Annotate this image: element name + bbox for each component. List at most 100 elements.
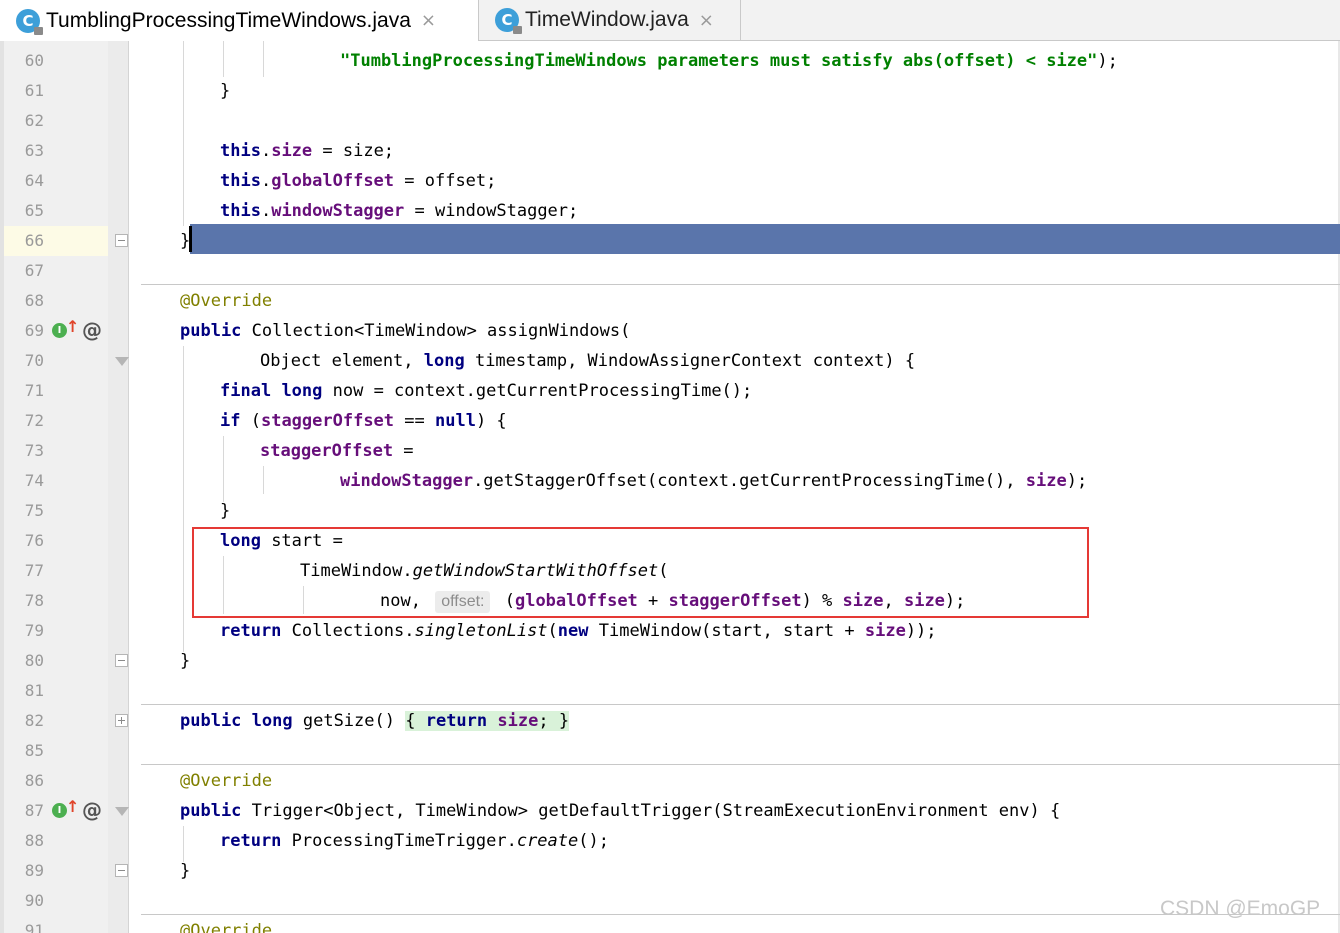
- keyword: return: [220, 831, 282, 851]
- code-line[interactable]: 70 Object element, long timestamp, Windo…: [0, 346, 1340, 376]
- tab-label: TumblingProcessingTimeWindows.java: [46, 8, 411, 32]
- line-text: this.globalOffset = offset;: [220, 171, 497, 191]
- keyword: if: [220, 411, 241, 431]
- line-number: 63: [24, 141, 44, 160]
- string-literal: "TumblingProcessingTimeWindows parameter…: [340, 51, 1098, 71]
- line-text: this.windowStagger = windowStagger;: [220, 201, 579, 221]
- fold-expand-icon[interactable]: [115, 357, 129, 366]
- line-number: 65: [24, 201, 44, 220]
- punct: );: [1097, 51, 1118, 71]
- go-to-super-arrow-icon[interactable]: ↑: [66, 319, 79, 335]
- line-number: 81: [24, 681, 44, 700]
- code-text: = windowStagger;: [404, 201, 579, 221]
- annotation-marker-icon[interactable]: @: [82, 318, 102, 342]
- code-line[interactable]: 90: [0, 886, 1340, 916]
- close-icon[interactable]: ×: [421, 10, 436, 31]
- code-line[interactable]: 69 I ↑ @ public Collection<TimeWindow> a…: [0, 316, 1340, 346]
- go-to-super-arrow-icon[interactable]: ↑: [66, 799, 79, 815]
- annotation-marker-icon[interactable]: @: [82, 798, 102, 822]
- line-text: @Override: [180, 286, 272, 316]
- code-line[interactable]: 65 this.windowStagger = windowStagger;: [0, 196, 1340, 226]
- line-number: 69: [24, 321, 44, 340]
- code-line[interactable]: 74 windowStagger.getStaggerOffset(contex…: [0, 466, 1340, 496]
- code-text: ;: [538, 711, 549, 731]
- editor-tab-bar: C TumblingProcessingTimeWindows.java × C…: [0, 0, 1340, 41]
- tab-label: TimeWindow.java: [525, 8, 689, 31]
- code-text: Collections.: [281, 621, 415, 641]
- code-line[interactable]: 81: [0, 676, 1340, 706]
- code-line[interactable]: 67: [0, 256, 1340, 286]
- code-line[interactable]: 79 return Collections.singletonList(new …: [0, 616, 1340, 646]
- line-number: 82: [24, 711, 44, 730]
- tab-time-window[interactable]: C TimeWindow.java ×: [479, 0, 741, 40]
- field: size: [1025, 471, 1067, 491]
- line-number: 76: [24, 531, 44, 550]
- fold-collapse-icon[interactable]: [115, 234, 128, 247]
- code-text: = offset;: [394, 171, 497, 191]
- code-line[interactable]: 75 }: [0, 496, 1340, 526]
- code-text: getSize(): [292, 711, 406, 731]
- text-caret: [189, 226, 192, 252]
- line-number: 85: [24, 741, 44, 760]
- line-text: }: [180, 861, 191, 881]
- field: globalOffset: [271, 171, 395, 191]
- code-line[interactable]: 88 return ProcessingTimeTrigger.create()…: [0, 826, 1340, 856]
- code-line[interactable]: 64 this.globalOffset = offset;: [0, 166, 1340, 196]
- keyword: long: [423, 351, 465, 371]
- fold-expand-icon[interactable]: [115, 807, 129, 816]
- field: staggerOffset: [260, 411, 395, 431]
- line-text: @Override: [180, 916, 272, 933]
- code-line[interactable]: 85: [0, 736, 1340, 766]
- line-text: final long now = context.getCurrentProce…: [220, 376, 752, 406]
- code-line[interactable]: 72 if (staggerOffset == null) {: [0, 406, 1340, 436]
- code-line[interactable]: 91 @Override: [0, 916, 1340, 933]
- line-number: 71: [24, 381, 44, 400]
- line-text: }: [220, 501, 231, 521]
- close-icon[interactable]: ×: [699, 10, 714, 31]
- code-line[interactable]: 73 staggerOffset =: [0, 436, 1340, 466]
- code-text: ) {: [475, 411, 507, 431]
- code-text: Object element,: [260, 351, 424, 371]
- field: size: [864, 621, 906, 641]
- code-line[interactable]: 62: [0, 106, 1340, 136]
- line-text: return ProcessingTimeTrigger.create();: [220, 826, 609, 856]
- fold-expand-icon[interactable]: [115, 714, 128, 727]
- code-line[interactable]: 87 I ↑ @ public Trigger<Object, TimeWind…: [0, 796, 1340, 826]
- code-line[interactable]: 63 this.size = size;: [0, 136, 1340, 166]
- line-text: }: [220, 81, 231, 101]
- line-number: 70: [24, 351, 44, 370]
- code-line[interactable]: 61 }: [0, 76, 1340, 106]
- lock-icon: [513, 26, 522, 34]
- code-line[interactable]: 68 @Override: [0, 286, 1340, 316]
- keyword: public: [180, 801, 242, 821]
- line-number: 77: [24, 561, 44, 580]
- keyword: final: [220, 381, 272, 401]
- line-text: windowStagger.getStaggerOffset(context.g…: [340, 466, 1087, 496]
- keyword: return: [220, 621, 282, 641]
- implements-method-icon[interactable]: I: [52, 323, 67, 338]
- folded-region[interactable]: { return size; }: [405, 711, 570, 731]
- code-text: timestamp, WindowAssignerContext context…: [464, 351, 916, 371]
- line-number: 72: [24, 411, 44, 430]
- keyword: public: [180, 711, 242, 731]
- code-line-current[interactable]: 66 }: [0, 226, 1340, 256]
- field: windowStagger: [271, 201, 405, 221]
- line-text: }: [180, 651, 191, 671]
- watermark: CSDN @EmoGP: [1160, 897, 1321, 920]
- code-text: TimeWindow(start, start +: [588, 621, 865, 641]
- line-text: this.size = size;: [220, 141, 395, 161]
- static-method: singletonList: [414, 621, 548, 641]
- code-line[interactable]: 71 final long now = context.getCurrentPr…: [0, 376, 1340, 406]
- code-line[interactable]: 60 "TumblingProcessingTimeWindows parame…: [0, 46, 1340, 76]
- implements-method-icon[interactable]: I: [52, 803, 67, 818]
- line-text: public long getSize() { return size; }: [180, 706, 570, 736]
- keyword: this: [220, 141, 261, 161]
- fold-collapse-icon[interactable]: [115, 864, 128, 877]
- fold-collapse-icon[interactable]: [115, 654, 128, 667]
- tab-tumbling-processing-time-windows[interactable]: C TumblingProcessingTimeWindows.java ×: [0, 0, 479, 41]
- code-line[interactable]: 89 }: [0, 856, 1340, 886]
- code-line[interactable]: 86 @Override: [0, 766, 1340, 796]
- code-line[interactable]: 82 public long getSize() { return size; …: [0, 706, 1340, 736]
- line-text: public Collection<TimeWindow> assignWind…: [180, 316, 630, 346]
- code-line[interactable]: 80 }: [0, 646, 1340, 676]
